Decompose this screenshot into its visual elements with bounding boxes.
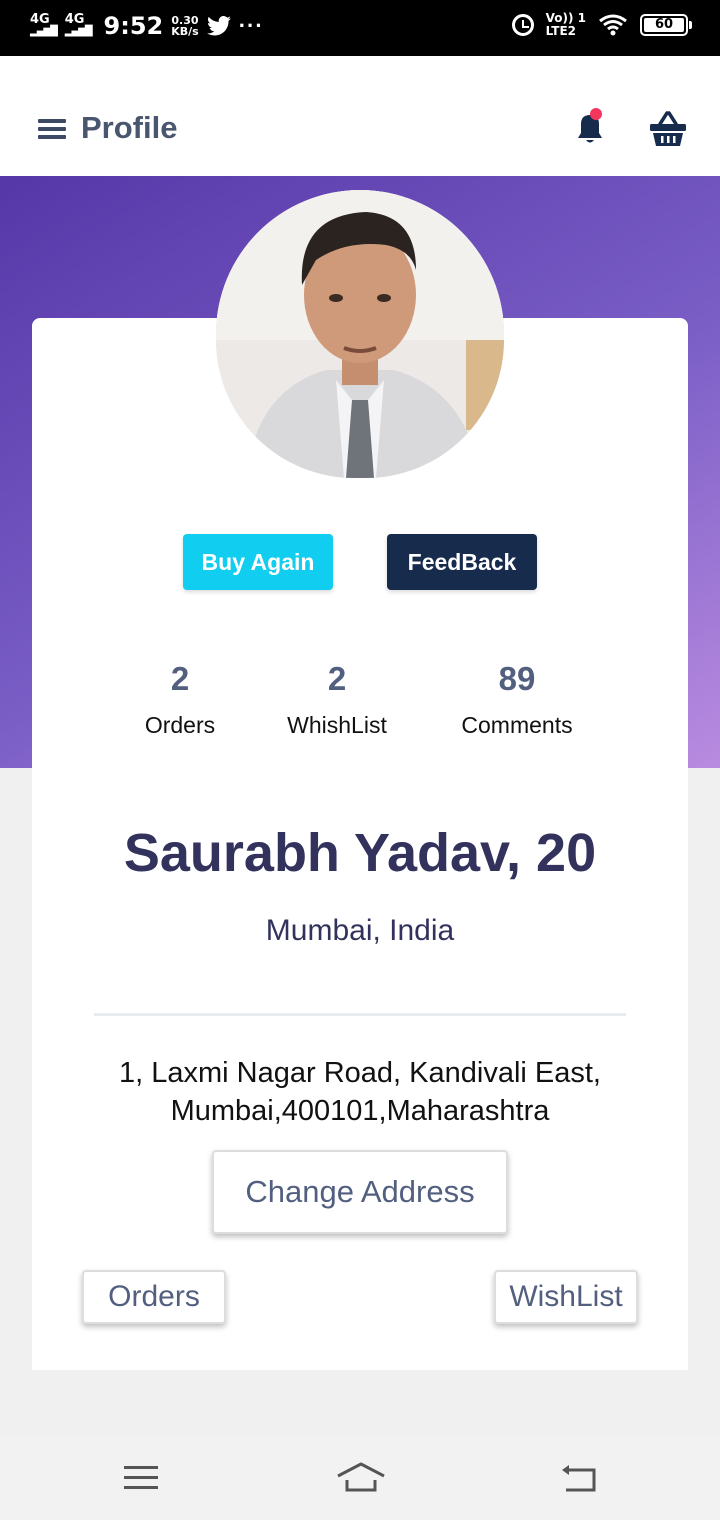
nav-back-icon[interactable] — [560, 1464, 598, 1494]
wifi-icon — [599, 14, 627, 36]
stat-value: 2 — [170, 660, 190, 697]
feedback-button[interactable]: FeedBack — [387, 534, 537, 590]
stat-orders: 2 Orders — [100, 660, 260, 739]
status-right: Vo)) 1 LTE2 60 — [511, 12, 692, 38]
volte-indicator: Vo)) 1 LTE2 — [546, 12, 586, 38]
address-line-1: 1, Laxmi Nagar Road, Kandivali East, — [119, 1057, 601, 1089]
alarm-icon — [511, 14, 534, 36]
profile-name: Saurabh Yadav, 20 — [123, 823, 597, 883]
stat-label: Orders — [144, 712, 216, 738]
clock: 9:52 — [103, 12, 164, 40]
profile-location: Mumbai, India — [265, 914, 455, 947]
wishlist-button[interactable]: WishList — [494, 1270, 638, 1324]
nav-home-icon[interactable] — [336, 1460, 386, 1494]
address: 1, Laxmi Nagar Road, Kandivali East, Mum… — [60, 1054, 660, 1130]
volte-bottom: LTE2 — [545, 24, 577, 38]
menu-icon[interactable] — [38, 119, 66, 139]
stat-value: 2 — [327, 660, 347, 697]
stat-label: Comments — [461, 712, 573, 738]
network-type-1: 4G — [30, 12, 50, 27]
stat-value: 89 — [498, 660, 536, 697]
speed-unit: KB/s — [171, 25, 199, 38]
stat-comments: 89 Comments — [437, 660, 597, 739]
buy-again-button[interactable]: Buy Again — [183, 534, 333, 590]
change-address-button[interactable]: Change Address — [212, 1150, 508, 1234]
system-nav-bar — [0, 1436, 720, 1520]
signal-2: 4G ▂▄▆█ — [64, 12, 93, 38]
battery-level: 60 — [644, 18, 684, 32]
signal-1: 4G ▂▄▆█ — [30, 12, 58, 38]
status-left: 4G ▂▄▆█ 4G ▂▄▆█ 9:52 0.30 KB/s ··· — [30, 12, 264, 40]
twitter-icon — [206, 16, 231, 36]
stat-label: WhishList — [287, 712, 387, 738]
network-type-2: 4G — [64, 12, 85, 27]
orders-button[interactable]: Orders — [82, 1270, 226, 1324]
bell-icon[interactable] — [570, 108, 610, 148]
signal-bars-icon: ▂▄▆█ — [64, 26, 93, 37]
signal-bars-icon: ▂▄▆█ — [30, 26, 58, 37]
network-speed: 0.30 KB/s — [171, 15, 198, 37]
status-bar: 4G ▂▄▆█ 4G ▂▄▆█ 9:52 0.30 KB/s ··· Vo)) … — [0, 0, 720, 56]
divider — [94, 1013, 626, 1016]
stat-wishlist: 2 WhishList — [257, 660, 417, 739]
avatar-photo — [216, 190, 504, 478]
avatar — [216, 190, 504, 478]
nav-menu-icon[interactable] — [124, 1466, 158, 1490]
more-notifications-icon: ··· — [238, 13, 264, 38]
notification-dot — [590, 108, 602, 120]
battery-icon: 60 — [640, 14, 692, 36]
app-bar: Profile — [0, 56, 720, 176]
basket-icon[interactable] — [648, 110, 688, 148]
page-title: Profile — [81, 110, 178, 145]
address-line-2: Mumbai,400101,Maharashtra — [170, 1095, 550, 1127]
